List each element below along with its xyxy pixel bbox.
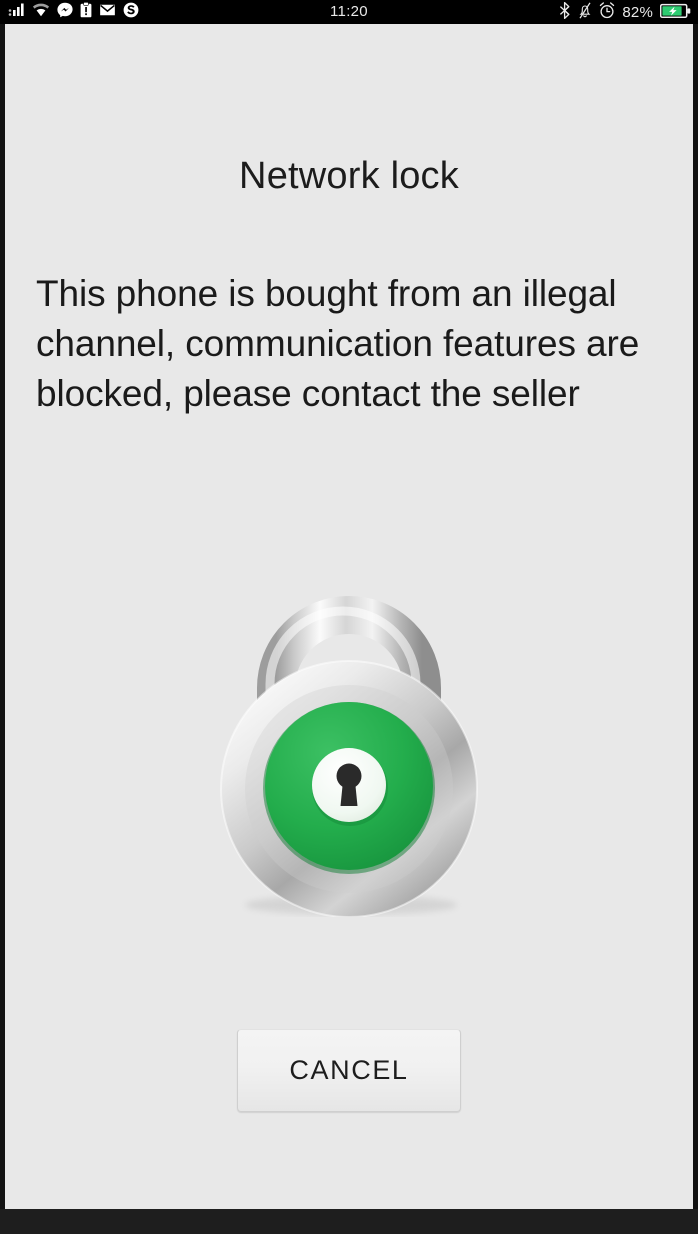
gmail-icon [99,3,116,22]
phone-device-frame: 11:20 82% Network lock This phone is bou… [0,0,698,1234]
wifi-icon [32,2,50,22]
padlock-locked-icon [220,596,478,917]
signal-bars-icon [8,2,25,22]
battery-charging-icon [659,3,691,22]
dialog-message: This phone is bought from an illegal cha… [36,273,640,414]
cancel-button[interactable]: CANCEL [237,1029,461,1112]
battery-percent-label: 82% [622,3,653,21]
bell-muted-icon [578,2,592,22]
messenger-icon [57,2,73,23]
page-title: Network lock [239,155,459,197]
clipboard-icon [80,1,92,23]
skype-icon [123,2,139,23]
alarm-clock-icon [599,2,615,22]
dialog-button-row: CANCEL [5,1029,693,1112]
bluetooth-icon [559,1,571,22]
status-bar: 11:20 82% [0,0,698,24]
status-bar-right-icons: 82% [559,0,691,24]
status-bar-left-icons [0,0,139,24]
network-lock-dialog: Network lock This phone is bought from a… [5,24,693,1209]
padlock-illustration [5,557,693,917]
navigation-bar [0,1209,698,1234]
